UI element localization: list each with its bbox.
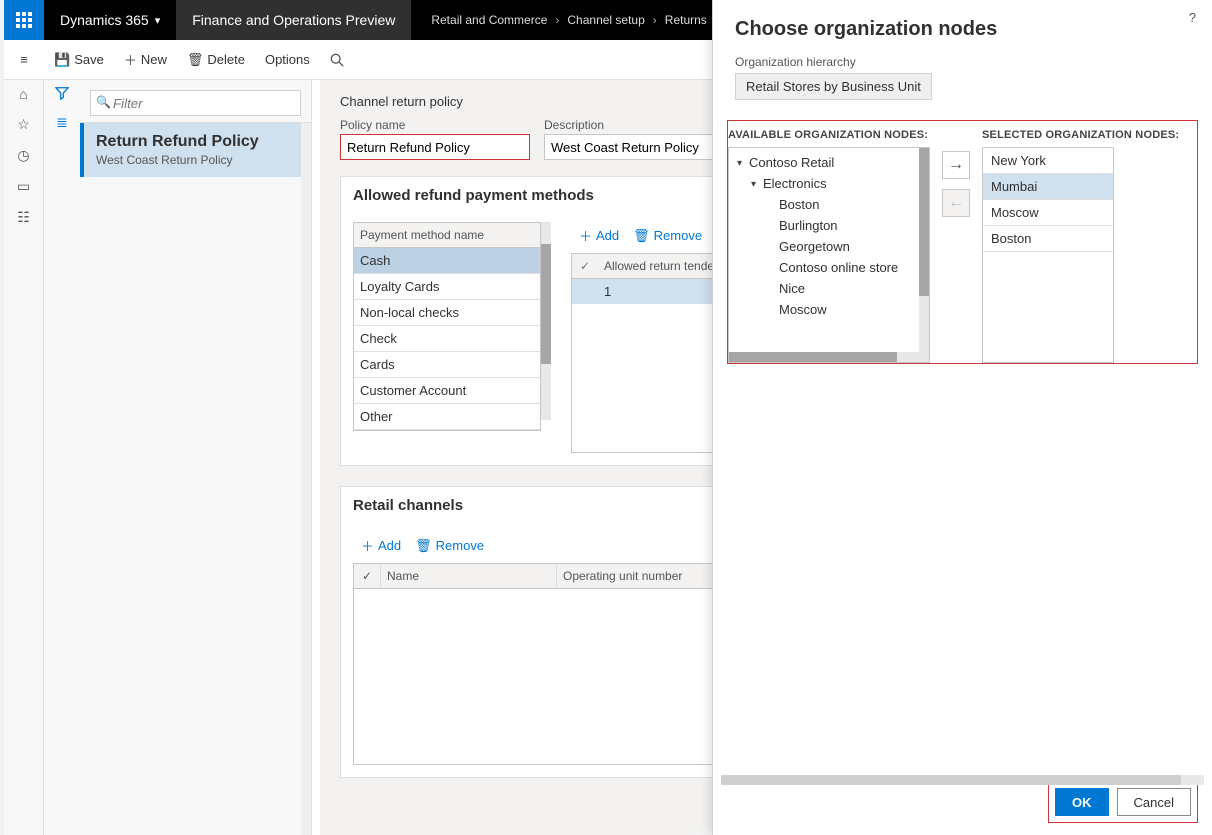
home-icon[interactable]: ⌂ xyxy=(19,86,27,102)
list-scroll: Return Refund Policy West Coast Return P… xyxy=(80,122,311,835)
pm-row[interactable]: Cash xyxy=(354,248,540,274)
crumb-2[interactable]: Channel setup› xyxy=(567,13,664,27)
selected-list[interactable]: New York Mumbai Moscow Boston xyxy=(982,147,1114,363)
trash-icon: 🗑 xyxy=(633,228,650,244)
tree-node[interactable]: Boston xyxy=(729,194,929,215)
breadcrumb: Retail and Commerce› Channel setup› Retu… xyxy=(431,13,726,27)
list-item[interactable]: New York xyxy=(983,148,1113,174)
tree-node[interactable]: Nice xyxy=(729,278,929,299)
tree-node[interactable]: ▾Contoso Retail xyxy=(729,152,929,173)
filter-input[interactable] xyxy=(90,90,301,116)
pm-row[interactable]: Check xyxy=(354,326,540,352)
list-item-subtitle: West Coast Return Policy xyxy=(96,153,299,167)
list-icon[interactable]: ≣ xyxy=(56,114,68,131)
highlight-box: AVAILABLE ORGANIZATION NODES: ▾Contoso R… xyxy=(727,120,1198,364)
list-item[interactable]: Mumbai xyxy=(983,174,1113,200)
delete-button[interactable]: 🗑 Delete xyxy=(177,40,255,80)
plus-icon: ＋ xyxy=(579,226,592,245)
check-header[interactable]: ✓ xyxy=(572,254,598,278)
save-button[interactable]: 💾 Save xyxy=(44,40,114,80)
help-icon[interactable]: ? xyxy=(1189,10,1196,25)
tree-node[interactable]: Contoso online store xyxy=(729,257,929,278)
nav-toggle[interactable]: ≡ xyxy=(4,52,44,67)
list-item[interactable]: Moscow xyxy=(983,200,1113,226)
add-channel-button[interactable]: ＋Add xyxy=(361,536,401,555)
tree-node[interactable]: ▾Electronics xyxy=(729,173,929,194)
add-tender-button[interactable]: ＋Add xyxy=(579,226,619,245)
star-icon[interactable]: ☆ xyxy=(17,116,30,133)
pm-row[interactable]: Other xyxy=(354,404,540,430)
recent-icon[interactable]: ◷ xyxy=(17,147,29,164)
waffle-icon xyxy=(16,12,32,28)
tree-node[interactable]: Moscow xyxy=(729,299,929,320)
search-icon: 🔍 xyxy=(96,95,111,109)
scrollbar[interactable] xyxy=(541,222,551,420)
pm-row[interactable]: Cards xyxy=(354,352,540,378)
plus-icon: ＋ xyxy=(124,50,137,69)
payment-method-table: Payment method name Cash Loyalty Cards N… xyxy=(353,222,541,431)
left-rail: ⌂ ☆ ◷ ▭ ☷ xyxy=(4,80,44,835)
app-launcher[interactable] xyxy=(4,0,44,40)
check-header[interactable]: ✓ xyxy=(354,564,380,588)
environment-label: Finance and Operations Preview xyxy=(176,0,411,40)
filter-rail: ≣ xyxy=(44,80,80,835)
save-icon: 💾 xyxy=(54,52,70,68)
left-edge xyxy=(0,0,4,835)
search-icon xyxy=(330,53,344,67)
pm-header[interactable]: Payment method name xyxy=(354,223,540,248)
tree-node[interactable]: Burlington xyxy=(729,215,929,236)
crumb-1[interactable]: Retail and Commerce› xyxy=(431,13,567,27)
list-item-title: Return Refund Policy xyxy=(96,133,299,151)
available-label: AVAILABLE ORGANIZATION NODES: xyxy=(728,129,930,141)
new-button[interactable]: ＋ New xyxy=(114,40,177,80)
filter-icon[interactable] xyxy=(55,86,69,100)
cancel-button[interactable]: Cancel xyxy=(1117,788,1191,816)
highlight-box: OK Cancel xyxy=(1048,781,1198,823)
rc-name-header[interactable]: Name xyxy=(380,564,556,588)
scrollbar[interactable] xyxy=(301,123,311,835)
trash-icon: 🗑 xyxy=(415,538,432,554)
policy-name-label: Policy name xyxy=(340,118,530,132)
list-item[interactable]: Return Refund Policy West Coast Return P… xyxy=(80,123,311,177)
expand-icon: ▾ xyxy=(737,158,749,169)
scrollbar[interactable] xyxy=(729,352,919,362)
modules-icon[interactable]: ☷ xyxy=(17,209,30,226)
scrollbar[interactable] xyxy=(721,775,1204,785)
tree-node[interactable]: Georgetown xyxy=(729,236,929,257)
scrollbar[interactable] xyxy=(919,148,929,362)
remove-tender-button[interactable]: 🗑Remove xyxy=(633,226,702,245)
list-item[interactable]: Boston xyxy=(983,226,1113,252)
brand-menu[interactable]: Dynamics 365 ▾ xyxy=(44,12,176,28)
policy-name-input[interactable] xyxy=(340,134,530,160)
pm-row[interactable]: Non-local checks xyxy=(354,300,540,326)
add-node-button[interactable]: → xyxy=(942,151,970,179)
search-button[interactable] xyxy=(320,40,354,80)
brand-label: Dynamics 365 xyxy=(60,12,149,28)
list-pane: 🔍 Return Refund Policy West Coast Return… xyxy=(80,80,312,835)
options-button[interactable]: Options xyxy=(255,40,320,80)
pm-row[interactable]: Customer Account xyxy=(354,378,540,404)
ok-button[interactable]: OK xyxy=(1055,788,1109,816)
plus-icon: ＋ xyxy=(361,536,374,555)
expand-icon: ▾ xyxy=(751,179,763,190)
available-tree[interactable]: ▾Contoso Retail ▾Electronics Boston Burl… xyxy=(728,147,930,363)
panel-title: Choose organization nodes xyxy=(735,18,1190,41)
workspace-icon[interactable]: ▭ xyxy=(17,178,30,195)
pm-row[interactable]: Loyalty Cards xyxy=(354,274,540,300)
hierarchy-label: Organization hierarchy xyxy=(735,55,1190,69)
remove-node-button[interactable]: ← xyxy=(942,189,970,217)
remove-channel-button[interactable]: 🗑Remove xyxy=(415,536,484,555)
trash-icon: 🗑 xyxy=(187,52,204,68)
org-nodes-panel: ? Choose organization nodes Organization… xyxy=(712,0,1212,835)
filter-box: 🔍 xyxy=(90,90,301,116)
chevron-down-icon: ▾ xyxy=(155,14,161,27)
selected-label: SELECTED ORGANIZATION NODES: xyxy=(982,129,1179,141)
hierarchy-select[interactable]: Retail Stores by Business Unit xyxy=(735,73,932,100)
